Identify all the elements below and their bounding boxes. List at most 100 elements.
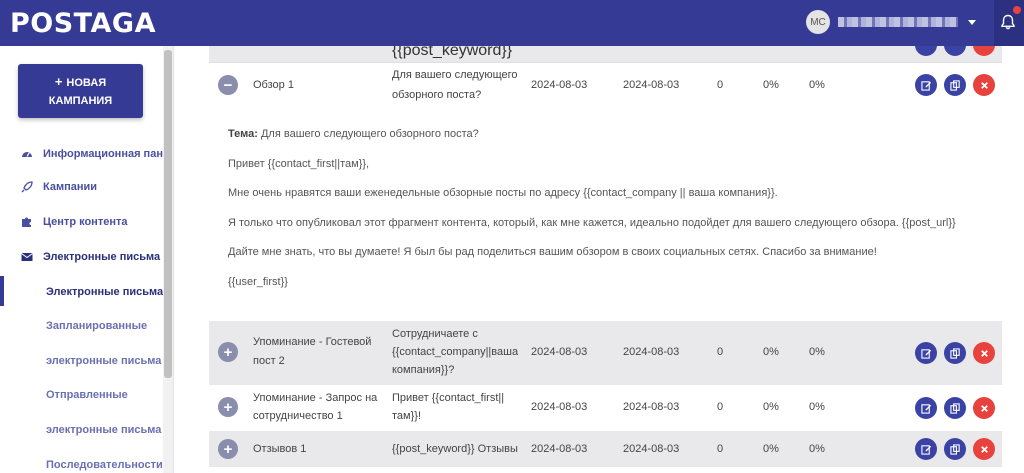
email-line: Я только что опубликовал этот фрагмент к… <box>228 217 956 229</box>
expand-button[interactable]: + <box>218 439 238 459</box>
row-name-line1: Упоминание - Запрос на <box>253 392 378 404</box>
row-count: 0 <box>717 346 724 358</box>
new-campaign-label-1: НОВАЯ <box>66 77 107 89</box>
sidebar-subitem-emails[interactable]: Электронные письма <box>0 281 163 303</box>
row-name-line2: пост 2 <box>253 355 285 367</box>
copy-icon <box>949 402 960 414</box>
edit-icon <box>920 80 931 91</box>
row-date-created: 2024-08-03 <box>531 443 588 455</box>
copy-icon <box>949 347 960 359</box>
new-campaign-label-2: КАМПАНИЯ <box>48 95 113 107</box>
email-line: Привет {{contact_first||там}}, <box>228 158 370 170</box>
copy-button[interactable] <box>944 46 966 56</box>
sidebar-item-emails[interactable]: Электронные письма <box>0 247 163 267</box>
postaga-logo[interactable]: POSTAGA <box>10 8 156 39</box>
sidebar-item-content-hub[interactable]: Центр контента <box>0 212 163 232</box>
edit-icon <box>920 348 931 359</box>
row-pct-2: 0% <box>809 443 825 455</box>
expand-button[interactable]: + <box>218 397 238 417</box>
row-date-created: 2024-08-03 <box>531 79 588 91</box>
expand-button[interactable]: + <box>218 342 238 362</box>
dashboard-icon <box>21 148 33 160</box>
edit-button[interactable] <box>915 74 937 96</box>
row-pct-1: 0% <box>763 346 779 358</box>
envelope-icon <box>21 251 33 263</box>
chevron-down-icon[interactable] <box>968 19 976 25</box>
edit-button[interactable] <box>915 397 937 419</box>
sidebar-subitem-sent-2[interactable]: электронные письма <box>0 419 163 441</box>
delete-button[interactable] <box>973 397 995 419</box>
delete-button[interactable] <box>973 342 995 364</box>
table-row[interactable]: + Упоминание - Запрос на сотрудничество … <box>209 385 1002 431</box>
row-date-updated: 2024-08-03 <box>623 401 680 413</box>
table-row-partial: {{post_keyword}} <box>209 46 1002 62</box>
rocket-icon <box>21 181 33 193</box>
row-subject-line2: {{contact_company||ваша <box>392 346 519 358</box>
avatar[interactable]: MC <box>806 10 830 34</box>
copy-icon <box>949 79 960 91</box>
row-name-line2: сотрудничество 1 <box>253 410 343 422</box>
sidebar-item-dashboard[interactable]: Информационная панель <box>0 144 163 164</box>
delete-button[interactable] <box>973 438 995 460</box>
topic-text: Для вашего следующего обзорного поста? <box>257 128 479 140</box>
close-icon <box>980 81 988 89</box>
sidebar-item-label: Информационная панель <box>43 148 163 160</box>
plus-icon: + <box>54 74 63 89</box>
row-name: Отзывов 1 <box>253 443 307 455</box>
sidebar-item-label: Кампании <box>43 181 98 193</box>
delete-button[interactable] <box>973 46 995 56</box>
table-row[interactable]: + Отзывов 1 {{post_keyword}} Отзывы 2024… <box>209 431 1002 467</box>
topic-label: Тема: <box>228 128 258 140</box>
new-campaign-button[interactable]: + НОВАЯ КАМПАНИЯ <box>18 64 143 118</box>
row-subject: {{post_keyword}} <box>392 46 513 59</box>
copy-button[interactable] <box>944 397 966 419</box>
sidebar: +НОВАЯ КАМПАНИЯ Информационная панель Ка… <box>0 46 163 473</box>
edit-icon <box>920 403 931 414</box>
sidebar-subitem-sequences[interactable]: Последовательности <box>0 454 163 473</box>
row-subject-line1: Для вашего следующего <box>392 69 518 81</box>
copy-icon <box>949 443 960 455</box>
divider <box>173 46 174 473</box>
username-redacted <box>838 17 958 27</box>
close-icon <box>980 349 988 357</box>
sidebar-item-label: Центр контента <box>43 216 128 228</box>
row-subject-line2: там}}! <box>392 410 421 422</box>
row-name-line1: Упоминание - Гостевой <box>253 336 372 348</box>
email-line: Мне очень нравятся ваши еженедельные обз… <box>228 187 778 199</box>
sidebar-scrollbar[interactable] <box>163 46 173 473</box>
notification-badge <box>1013 6 1021 14</box>
logo-text: POSTAGA <box>10 8 156 39</box>
scroll-thumb[interactable] <box>164 50 172 378</box>
edit-button[interactable] <box>915 438 937 460</box>
copy-button[interactable] <box>944 74 966 96</box>
copy-button[interactable] <box>944 342 966 364</box>
row-pct-1: 0% <box>763 79 779 91</box>
sidebar-item-campaigns[interactable]: Кампании <box>0 177 163 197</box>
row-pct-1: 0% <box>763 443 779 455</box>
delete-button[interactable] <box>973 74 995 96</box>
collapse-button[interactable]: − <box>218 75 238 95</box>
email-preview-panel: Тема: Для вашего следующего обзорного по… <box>209 116 1002 320</box>
row-date-updated: 2024-08-03 <box>623 79 680 91</box>
top-bar: POSTAGA MC <box>0 0 1024 46</box>
row-date-updated: 2024-08-03 <box>623 443 680 455</box>
edit-icon <box>920 444 931 455</box>
edit-button[interactable] <box>915 46 937 56</box>
copy-button[interactable] <box>944 438 966 460</box>
edit-button[interactable] <box>915 342 937 364</box>
table-row-expanded[interactable]: − Обзор 1 Для вашего следующего обзорног… <box>209 62 1002 116</box>
row-subject-line1: Сотрудничаете с <box>392 328 478 340</box>
sidebar-subitem-scheduled-2[interactable]: электронные письма <box>0 350 163 372</box>
notifications-button[interactable] <box>994 0 1024 46</box>
email-signature: {{user_first}} <box>228 276 288 288</box>
table-row[interactable]: + Упоминание - Гостевой пост 2 Сотруднич… <box>209 321 1002 385</box>
sidebar-subitem-scheduled[interactable]: Запланированные <box>0 315 163 337</box>
user-menu[interactable]: MC <box>806 10 976 34</box>
close-icon <box>980 445 988 453</box>
sidebar-subitem-sent[interactable]: Отправленные <box>0 384 163 406</box>
row-subject-line1: {{post_keyword}} Отзывы <box>392 443 518 455</box>
row-date-updated: 2024-08-03 <box>623 346 680 358</box>
email-topic: Тема: Для вашего следующего обзорного по… <box>228 128 479 140</box>
row-date-created: 2024-08-03 <box>531 346 588 358</box>
row-pct-2: 0% <box>809 79 825 91</box>
